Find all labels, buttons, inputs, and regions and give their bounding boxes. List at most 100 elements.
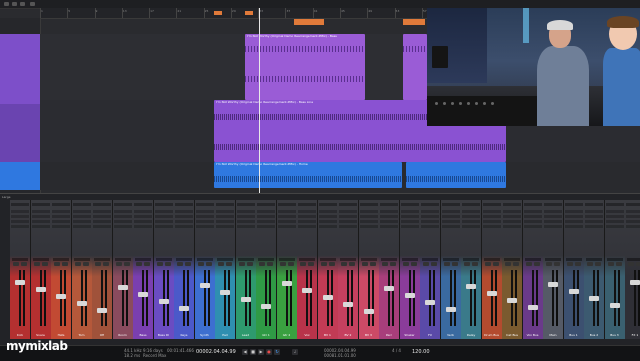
mute-button[interactable] [361,262,368,266]
solo-button[interactable] [123,262,130,266]
send-slot[interactable] [52,220,70,223]
send-slot[interactable] [441,225,460,228]
channel-strip[interactable]: Hats [51,200,72,339]
mute-button[interactable] [341,262,347,266]
channel-name[interactable]: Bass [133,333,153,338]
fader-cap[interactable] [343,302,353,307]
send-slot[interactable] [216,210,234,213]
insert-slot[interactable] [93,203,111,206]
send-slot[interactable] [585,215,603,218]
send-slot[interactable] [523,210,542,213]
fader-cap[interactable] [158,299,169,304]
track-header-blue[interactable] [0,162,40,190]
channel-name[interactable]: Room [113,333,133,338]
fader-cap[interactable] [384,286,394,291]
pan-knob[interactable] [381,258,397,261]
send-slot[interactable] [605,215,624,218]
send-slot[interactable] [195,225,214,228]
send-slot[interactable] [113,220,132,223]
fader-cap[interactable] [199,283,210,288]
send-slot[interactable] [462,220,480,223]
pan-knob[interactable] [442,258,459,261]
pan-knob[interactable] [278,258,295,261]
mute-button[interactable] [320,262,327,266]
insert-slot[interactable] [380,203,398,206]
channel-strip[interactable]: BV 3 [358,200,380,339]
insert-slot[interactable] [523,203,542,206]
send-slot[interactable] [503,225,521,228]
send-slot[interactable] [318,220,337,223]
send-slot[interactable] [195,215,214,218]
send-slot[interactable] [482,225,501,228]
send-slot[interactable] [298,215,316,218]
solo-button[interactable] [472,262,478,266]
send-slot[interactable] [257,225,275,228]
send-slot[interactable] [134,225,152,228]
track-header-purple[interactable] [0,34,40,104]
send-slot[interactable] [564,215,583,218]
solo-button[interactable] [308,262,314,266]
channel-strip[interactable]: Pad [215,200,236,339]
send-slot[interactable] [359,220,378,223]
send-slot[interactable] [52,210,70,213]
send-slot[interactable] [585,220,603,223]
insert-slot[interactable] [154,203,173,206]
send-slot[interactable] [216,225,234,228]
send-slot[interactable] [93,225,111,228]
insert-slot[interactable] [564,203,583,206]
send-slot[interactable] [154,225,173,228]
send-slot[interactable] [359,215,378,218]
channel-name[interactable]: BV 3 [359,333,379,338]
channel-strip[interactable]: Kick [10,200,31,339]
insert-slot[interactable] [134,203,152,206]
channel-strip[interactable]: Bass [133,200,154,339]
fader-cap[interactable] [138,292,148,297]
pan-knob[interactable] [586,258,602,261]
insert-slot[interactable] [585,203,603,206]
fader-cap[interactable] [589,296,599,301]
channel-name[interactable]: Drum Bus [482,333,502,338]
fader-cap[interactable] [281,281,292,286]
fader-cap[interactable] [179,306,189,311]
channel-name[interactable]: Synth [195,333,215,338]
send-slot[interactable] [175,215,193,218]
send-slot[interactable] [113,210,132,213]
send-slot[interactable] [462,225,480,228]
send-slot[interactable] [52,225,70,228]
fader-cap[interactable] [630,280,640,285]
loop-region[interactable] [294,19,324,25]
send-slot[interactable] [318,225,337,228]
channel-strip[interactable]: Perc [379,200,400,339]
mute-button[interactable] [33,262,40,266]
send-slot[interactable] [400,220,419,223]
stop-icon[interactable]: ■ [250,349,256,355]
mute-button[interactable] [136,262,142,266]
solo-button[interactable] [349,262,355,266]
pan-knob[interactable] [237,258,254,261]
mute-button[interactable] [628,262,634,266]
channel-name[interactable]: Hats [51,333,71,338]
send-slot[interactable] [72,215,91,218]
mute-button[interactable] [218,262,224,266]
pan-knob[interactable] [483,258,500,261]
pan-knob[interactable] [565,258,582,261]
channel-name[interactable]: OH [92,333,112,338]
tool-button[interactable] [30,2,35,6]
send-slot[interactable] [359,210,378,213]
send-slot[interactable] [257,210,275,213]
channel-name[interactable]: Lead [236,333,256,338]
fader-cap[interactable] [609,303,620,308]
solo-button[interactable] [103,262,109,266]
mute-button[interactable] [566,262,573,266]
send-slot[interactable] [482,220,501,223]
send-slot[interactable] [93,215,111,218]
fader-cap[interactable] [486,291,497,296]
channel-name[interactable]: Vox Bus [523,333,543,338]
send-slot[interactable] [11,215,29,218]
send-slot[interactable] [400,210,419,213]
mute-button[interactable] [13,262,19,266]
solo-button[interactable] [62,262,68,266]
mute-button[interactable] [156,262,163,266]
solo-button[interactable] [533,262,540,266]
channel-strip[interactable]: Shaker [399,200,421,339]
